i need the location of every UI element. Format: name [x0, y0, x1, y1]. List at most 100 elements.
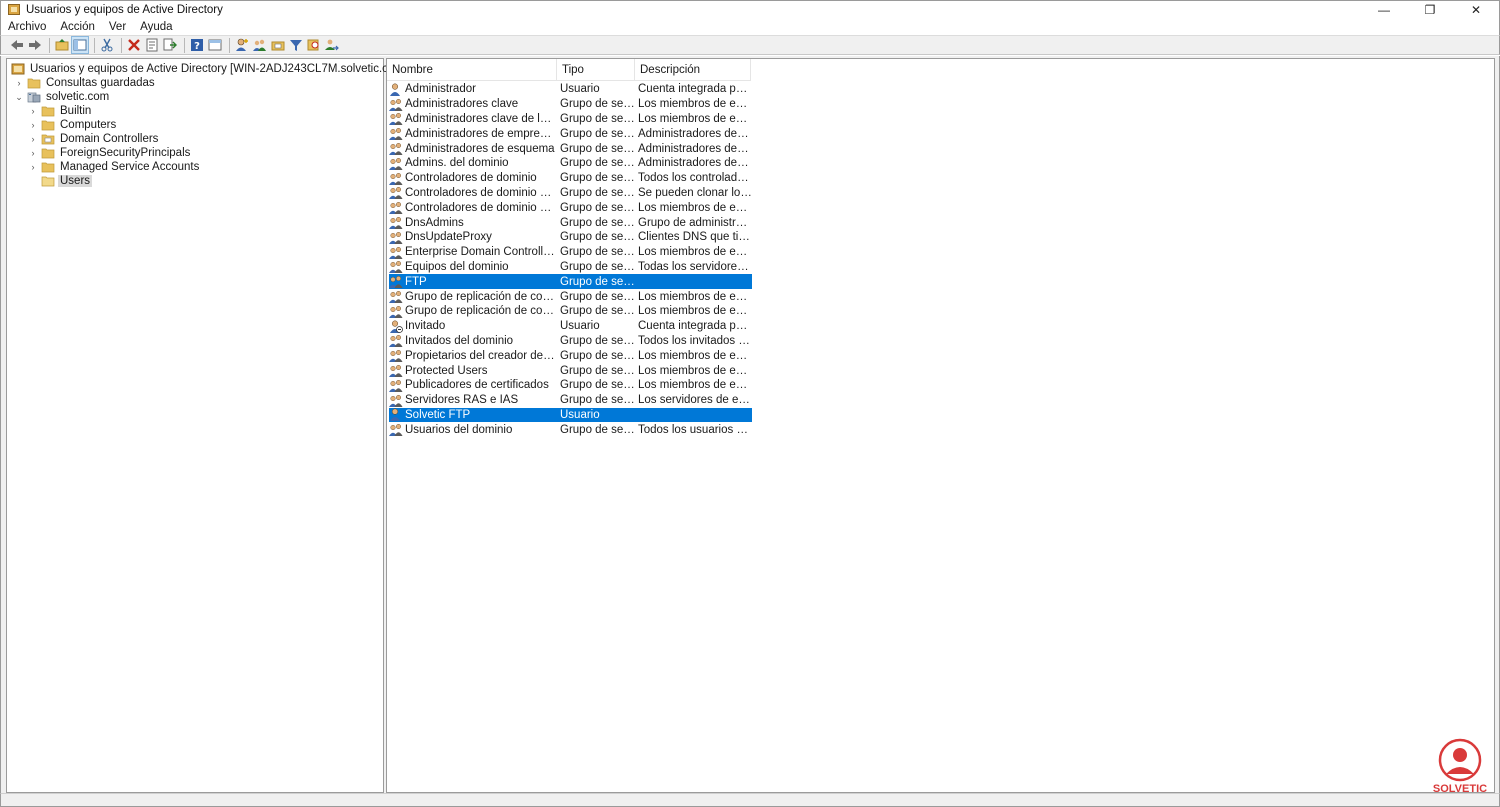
tree-item-users[interactable]: Users [41, 174, 93, 188]
list-item[interactable]: Grupo de replicación de contraseñ...Grup… [389, 304, 752, 319]
list-item[interactable]: Admins. del dominio Grupo de segu...Admin… [389, 156, 752, 171]
cell-tipo: Grupo de segu... [560, 98, 635, 111]
cell-descripcion: Todos los usuarios del d... [638, 423, 752, 436]
new-user-icon[interactable] [234, 37, 250, 53]
solvetic-watermark: SOLVETIC [1425, 738, 1495, 802]
item-name: Servidores RAS e IAS [405, 394, 519, 407]
list-item[interactable]: Protected Users Grupo de segu...Los miemb… [389, 363, 752, 378]
tree-item-computers[interactable]: › Computers [28, 118, 118, 132]
tree-item-domain-controllers[interactable]: › Domain Controllers [28, 132, 160, 146]
tree-item-foreign-security-principals[interactable]: › ForeignSecurityPrincipals [28, 146, 192, 160]
delete-icon[interactable] [126, 37, 142, 53]
item-name: Invitado [405, 320, 446, 333]
list-item[interactable]: Equipos del dominio Grupo de segu...Todas… [389, 260, 752, 275]
show-hide-tree-icon[interactable] [71, 36, 89, 54]
cell-nombre: Servidores RAS e IAS [389, 394, 557, 407]
list-item[interactable]: Enterprise Domain Controllers de s...Gru… [389, 245, 752, 260]
group-icon [389, 112, 405, 126]
chevron-right-icon[interactable]: › [28, 132, 38, 146]
tree-item-builtin[interactable]: › Builtin [28, 104, 93, 118]
column-header-descripcion[interactable]: Descripción [635, 59, 751, 81]
column-header-tipo[interactable]: Tipo [557, 59, 635, 81]
restore-button[interactable]: ❐ [1407, 1, 1453, 19]
list-item[interactable]: DnsUpdateProxy Grupo de segu...Clientes D… [389, 230, 752, 245]
item-name: Administradores clave [405, 98, 519, 111]
cell-nombre: Invitados del dominio [389, 334, 557, 348]
chevron-right-icon[interactable]: › [28, 146, 38, 160]
list-item[interactable]: Administradores clave de la organi...Gru… [389, 112, 752, 127]
export-list-icon[interactable] [162, 37, 178, 53]
cell-tipo: Grupo de segu... [560, 305, 635, 318]
close-button[interactable]: ✕ [1453, 1, 1499, 19]
new-group-icon[interactable] [252, 37, 268, 53]
cut-icon[interactable] [99, 37, 115, 53]
group-icon [389, 379, 405, 392]
list-item[interactable]: Propietarios del creador de directiv...G… [389, 348, 752, 363]
cell-descripcion: Cuenta integrada para la... [638, 83, 752, 96]
group-icon [389, 260, 405, 274]
tree-item-saved-queries[interactable]: › Consultas guardadas [14, 76, 157, 90]
cell-nombre: Administradores de esquema [389, 142, 557, 156]
list-header: Nombre Tipo Descripción [387, 59, 751, 81]
chevron-down-icon[interactable]: ⌄ [14, 90, 24, 104]
toolbar: ? [0, 35, 1500, 55]
console-tree-pane[interactable]: Usuarios y equipos de Active Directory [… [6, 58, 407, 793]
properties-icon[interactable] [144, 37, 160, 53]
list-item[interactable]: Controladores de dominio de sólo ...Grup… [389, 200, 752, 215]
list-item[interactable]: Controladores de dominio clonablesGrupo … [389, 186, 752, 201]
cell-descripcion: Los miembros de este gr... [638, 98, 752, 111]
add-to-group-icon[interactable] [324, 37, 340, 53]
chevron-right-icon[interactable]: › [28, 118, 38, 132]
menu-ayuda[interactable]: Ayuda [140, 21, 172, 33]
view-icon[interactable] [207, 37, 223, 53]
forward-arrow-icon[interactable] [27, 37, 43, 53]
new-ou-icon[interactable] [270, 37, 286, 53]
chevron-right-icon[interactable]: › [14, 76, 24, 90]
tree-item-managed-service-accounts[interactable]: › Managed Service Accounts [28, 160, 201, 174]
cell-nombre: Controladores de dominio clonables [389, 186, 557, 200]
ad-users-app-icon [8, 4, 20, 15]
list-item[interactable]: Administradores de empresasGrupo de segu… [389, 126, 752, 141]
minimize-button[interactable]: — [1361, 1, 1407, 19]
cell-tipo: Grupo de segu... [560, 334, 635, 347]
list-item[interactable]: Solvetic FTP Usuario [389, 407, 752, 423]
list-item[interactable]: Invitado Usuario Cuenta integrada para el.… [389, 319, 752, 334]
group-icon [389, 216, 405, 230]
cell-tipo: Usuario [560, 408, 600, 421]
cell-descripcion: Administradores design... [638, 127, 752, 140]
filter-icon[interactable] [288, 37, 304, 53]
list-item[interactable]: Administrador Usuario Cuenta integrada par… [389, 82, 752, 97]
back-arrow-icon[interactable] [9, 37, 25, 53]
cell-tipo: Usuario [560, 83, 600, 96]
chevron-right-icon[interactable]: › [28, 104, 38, 118]
list-item[interactable]: Grupo de replicación de contraseñ...Grup… [389, 289, 752, 304]
list-item[interactable]: Administradores clave Grupo de segu...Los… [389, 97, 752, 112]
cell-nombre: DnsAdmins [389, 216, 557, 230]
tree-item-domain[interactable]: ⌄ solvetic.com [14, 90, 111, 104]
up-folder-icon[interactable] [54, 37, 70, 53]
item-name: Propietarios del creador de directiv... [405, 349, 557, 362]
list-item[interactable]: Controladores de dominio Grupo de segu...… [389, 171, 752, 186]
list-item[interactable]: Servidores RAS e IAS Grupo de segu...Los … [389, 393, 752, 408]
list-item[interactable]: Administradores de esquema Grupo de segu.… [389, 141, 752, 156]
list-item[interactable]: Usuarios del dominio Grupo de segu...Todo… [389, 422, 752, 437]
menu-accion[interactable]: Acción [60, 21, 95, 33]
group-icon [389, 127, 405, 141]
ad-root-icon [11, 63, 25, 75]
group-icon [389, 423, 405, 437]
menu-archivo[interactable]: Archivo [8, 21, 46, 33]
cell-tipo: Grupo de segu... [560, 201, 635, 214]
tree-root[interactable]: Usuarios y equipos de Active Directory [… [11, 62, 409, 76]
list-item[interactable]: DnsAdmins Grupo de segu...Grupo de admini… [389, 215, 752, 230]
help-icon[interactable]: ? [189, 37, 205, 53]
cell-descripcion: Los miembros de este gr... [638, 349, 752, 362]
cell-descripcion: Los miembros de este gr... [638, 246, 752, 259]
menu-ver[interactable]: Ver [109, 21, 126, 33]
results-list-pane[interactable]: Nombre Tipo Descripción Administrador Usu… [386, 58, 1495, 793]
list-item[interactable]: Publicadores de certificados Grupo de seg… [389, 378, 752, 393]
column-header-nombre[interactable]: Nombre [387, 59, 557, 81]
list-item[interactable]: Invitados del dominio Grupo de segu...Tod… [389, 334, 752, 349]
find-icon[interactable] [306, 37, 322, 53]
list-item[interactable]: FTP Grupo de segu... [389, 274, 752, 290]
chevron-right-icon[interactable]: › [28, 160, 38, 174]
